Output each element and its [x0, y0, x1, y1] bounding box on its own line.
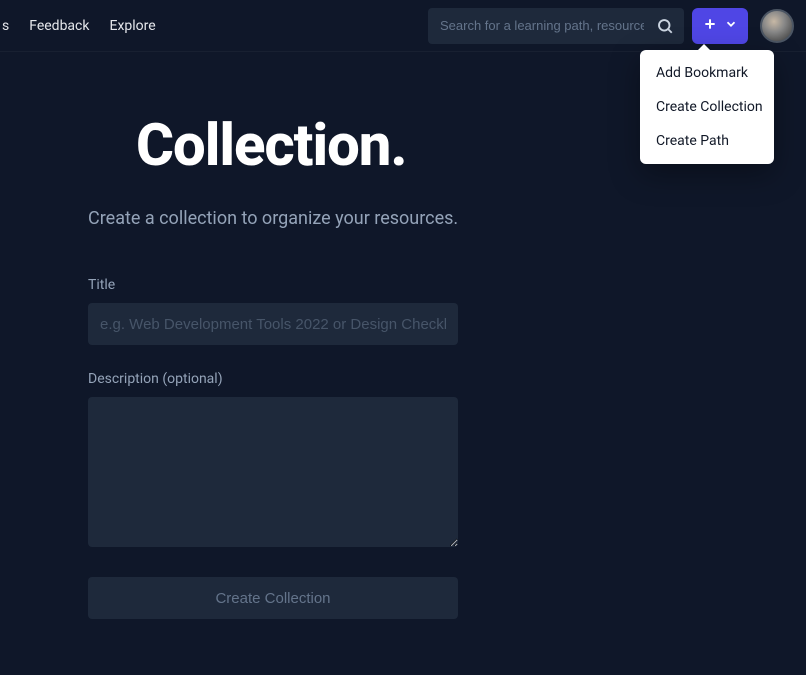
description-textarea[interactable] — [88, 397, 458, 547]
plus-icon — [702, 16, 718, 35]
search-icon[interactable] — [656, 17, 674, 35]
avatar[interactable] — [760, 9, 794, 43]
search-wrap — [428, 8, 684, 44]
dropdown-add-bookmark[interactable]: Add Bookmark — [640, 56, 774, 90]
dropdown-create-collection[interactable]: Create Collection — [640, 90, 774, 124]
chevron-down-icon — [724, 17, 738, 34]
title-label: Title — [88, 277, 460, 293]
topbar: s Feedback Explore — [0, 0, 806, 52]
search-input[interactable] — [428, 8, 684, 44]
nav-left: s Feedback Explore — [12, 18, 156, 34]
page-title: Collection. — [136, 112, 460, 180]
nav-feedback[interactable]: Feedback — [29, 18, 89, 34]
nav-explore[interactable]: Explore — [109, 18, 155, 34]
add-dropdown: Add Bookmark Create Collection Create Pa… — [640, 50, 774, 164]
description-label: Description (optional) — [88, 371, 460, 387]
main-content: Collection. Create a collection to organ… — [0, 52, 460, 619]
nav-item-partial[interactable]: s — [2, 18, 9, 34]
dropdown-create-path[interactable]: Create Path — [640, 124, 774, 158]
page-subtitle: Create a collection to organize your res… — [88, 208, 460, 229]
add-button[interactable] — [692, 8, 748, 44]
create-collection-button[interactable]: Create Collection — [88, 577, 458, 619]
title-input[interactable] — [88, 303, 458, 345]
